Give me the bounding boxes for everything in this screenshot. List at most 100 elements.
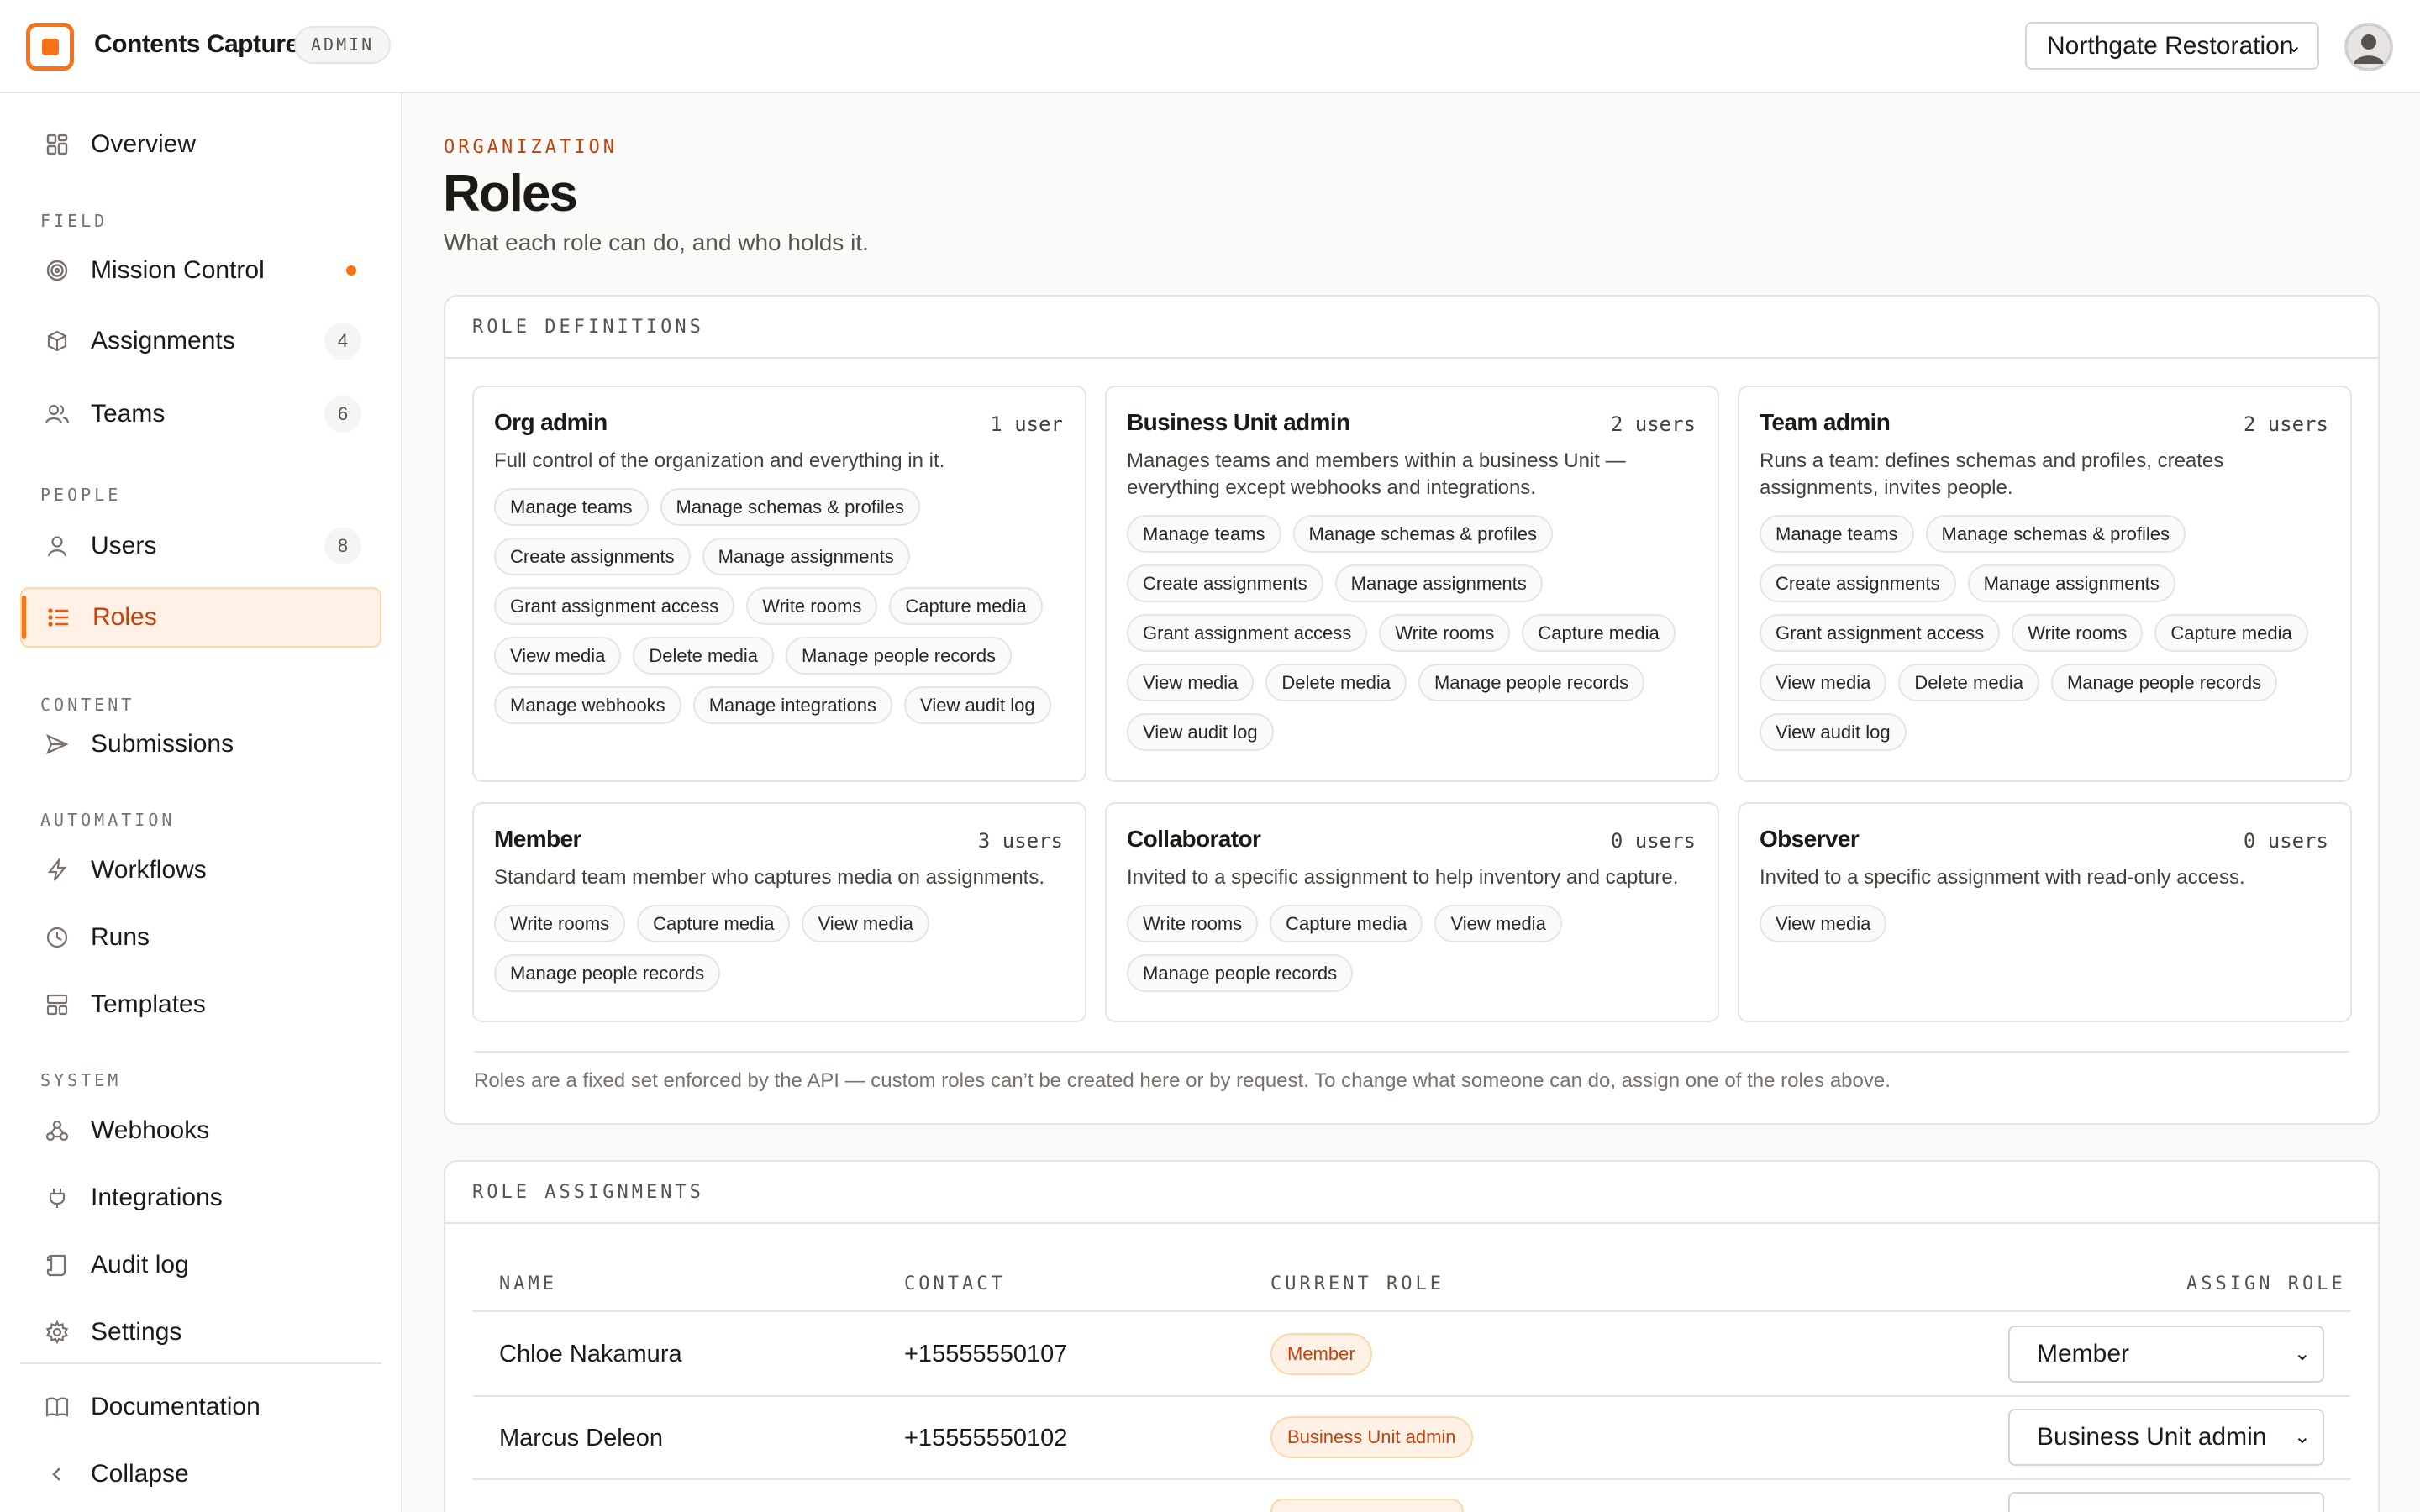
user-icon bbox=[44, 533, 71, 559]
sidebar-item-audit-log[interactable]: Audit log bbox=[20, 1235, 381, 1295]
permission-chip: View media bbox=[1760, 664, 1887, 701]
sidebar-item-label: Audit log bbox=[91, 1251, 189, 1278]
permission-list: Write rooms Capture media View media Manage… bbox=[1127, 905, 1696, 992]
permission-chip: View media bbox=[1434, 905, 1562, 942]
permission-chip: View media bbox=[1760, 905, 1887, 942]
sidebar-item-label: Collapse bbox=[91, 1460, 189, 1488]
permission-chip: View audit log bbox=[1127, 713, 1274, 751]
user-name: Marcus Deleon bbox=[499, 1425, 664, 1452]
permission-chip: Manage people records bbox=[785, 637, 1013, 675]
role-user-count: 2 users bbox=[2243, 412, 2328, 436]
sidebar-item-runs[interactable]: Runs bbox=[20, 907, 381, 968]
permission-chip: Grant assignment access bbox=[494, 587, 735, 625]
permission-chip: Capture media bbox=[2154, 614, 2308, 652]
table-row-divider bbox=[473, 1395, 2350, 1397]
sidebar-divider bbox=[20, 1362, 381, 1364]
permission-chip: Manage assignments bbox=[1334, 564, 1543, 602]
sidebar-item-settings[interactable]: Settings bbox=[20, 1302, 381, 1362]
sidebar-section-content: CONTENT bbox=[40, 695, 135, 715]
user-avatar[interactable] bbox=[2344, 23, 2393, 71]
permission-chip: View media bbox=[494, 637, 622, 675]
sidebar-section-automation: AUTOMATION bbox=[40, 810, 176, 830]
assignments-count-badge: 4 bbox=[324, 323, 361, 360]
role-user-count: 1 user bbox=[990, 412, 1063, 436]
sidebar-item-workflows[interactable]: Workflows bbox=[20, 840, 381, 900]
permission-chip: Capture media bbox=[637, 905, 791, 942]
sidebar-item-label: Documentation bbox=[91, 1393, 260, 1420]
permission-chip: Capture media bbox=[1522, 614, 1676, 652]
sidebar-item-templates[interactable]: Templates bbox=[20, 974, 381, 1035]
chevron-down-icon: ⌄ bbox=[2285, 34, 2302, 57]
sidebar-item-mission-control[interactable]: Mission Control bbox=[20, 240, 381, 301]
chevron-left-icon bbox=[44, 1461, 71, 1488]
organization-select[interactable]: Northgate Restoration ⌄ bbox=[2025, 22, 2319, 70]
lightning-icon bbox=[44, 857, 71, 884]
avatar-person-icon bbox=[2347, 25, 2391, 69]
assign-role-select-partial[interactable] bbox=[2008, 1492, 2324, 1512]
scroll-icon bbox=[44, 1252, 71, 1278]
assign-role-select[interactable]: Member ⌄ bbox=[2008, 1326, 2324, 1383]
roles-note: Roles are a fixed set enforced by the AP… bbox=[474, 1069, 1891, 1092]
sidebar-section-people: PEOPLE bbox=[40, 485, 122, 505]
sidebar-item-overview[interactable]: Overview bbox=[20, 114, 381, 175]
assign-role-select-value: Business Unit admin bbox=[2037, 1423, 2267, 1451]
permission-chip: Write rooms bbox=[494, 905, 626, 942]
sidebar-item-roles[interactable]: Roles bbox=[20, 587, 381, 648]
user-contact: +15555550107 bbox=[904, 1341, 1068, 1368]
role-description: Standard team member who captures media … bbox=[494, 866, 1044, 889]
layout-icon bbox=[44, 991, 71, 1018]
permission-chip: Write rooms bbox=[746, 587, 878, 625]
permission-chip: Delete media bbox=[633, 637, 774, 675]
sidebar-item-webhooks[interactable]: Webhooks bbox=[20, 1100, 381, 1161]
table-header-divider bbox=[473, 1310, 2350, 1312]
permission-chip: Manage integrations bbox=[692, 686, 893, 724]
sidebar-section-system: SYSTEM bbox=[40, 1070, 122, 1090]
assign-role-select-value: Member bbox=[2037, 1340, 2130, 1368]
sidebar-item-submissions[interactable]: Submissions bbox=[20, 714, 381, 774]
sidebar-item-documentation[interactable]: Documentation bbox=[20, 1377, 381, 1437]
role-description: Runs a team: defines schemas and profile… bbox=[1760, 449, 2224, 499]
role-assignments-heading: ROLE ASSIGNMENTS bbox=[445, 1162, 2378, 1224]
sidebar-item-teams[interactable]: Teams 6 bbox=[20, 384, 381, 444]
send-icon bbox=[44, 731, 71, 758]
sidebar-item-integrations[interactable]: Integrations bbox=[20, 1168, 381, 1228]
role-card-member: Member 3 users Standard team member who … bbox=[472, 802, 1086, 1022]
current-role-badge-partial bbox=[1270, 1499, 1464, 1512]
notification-dot bbox=[346, 265, 356, 276]
permission-chip: Write rooms bbox=[1379, 614, 1511, 652]
permission-list: View media bbox=[1760, 905, 2328, 942]
permission-chip: Manage people records bbox=[1127, 954, 1354, 992]
permission-chip: Manage schemas & profiles bbox=[1925, 515, 2186, 553]
permission-chip: Create assignments bbox=[1127, 564, 1323, 602]
column-header-assign-role: ASSIGN ROLE bbox=[2186, 1273, 2346, 1294]
sidebar-item-users[interactable]: Users 8 bbox=[20, 516, 381, 576]
sidebar-item-label: Roles bbox=[92, 603, 157, 631]
permission-list: Manage teams Manage schemas & profiles Cre… bbox=[1760, 515, 2328, 751]
permission-chip: Write rooms bbox=[1127, 905, 1259, 942]
role-user-count: 2 users bbox=[1610, 412, 1696, 436]
users-count-badge: 8 bbox=[324, 528, 361, 564]
top-bar: Contents Capture ADMIN Northgate Restora… bbox=[0, 0, 2420, 93]
permission-chip: Manage schemas & profiles bbox=[1292, 515, 1553, 553]
app-logo-icon[interactable] bbox=[26, 23, 74, 71]
role-card-team-admin: Team admin 2 users Runs a team: defines … bbox=[1738, 386, 2352, 782]
user-name: Chloe Nakamura bbox=[499, 1341, 682, 1368]
permission-chip: Manage people records bbox=[2050, 664, 2278, 701]
permission-chip: Capture media bbox=[1270, 905, 1423, 942]
sidebar-item-assignments[interactable]: Assignments 4 bbox=[20, 311, 381, 371]
page-eyebrow: ORGANIZATION bbox=[444, 137, 618, 158]
list-icon bbox=[45, 604, 72, 631]
sidebar-collapse-button[interactable]: Collapse bbox=[20, 1444, 381, 1504]
permission-chip: Capture media bbox=[889, 587, 1043, 625]
role-description: Full control of the organization and eve… bbox=[494, 449, 945, 472]
user-contact: +15555550102 bbox=[904, 1425, 1068, 1452]
target-icon bbox=[44, 257, 71, 284]
clock-icon bbox=[44, 924, 71, 951]
sidebar-item-label: Teams bbox=[91, 400, 166, 428]
page-subtitle: What each role can do, and who holds it. bbox=[444, 229, 869, 255]
role-name: Org admin bbox=[494, 409, 608, 435]
assign-role-select[interactable]: Business Unit admin ⌄ bbox=[2008, 1409, 2324, 1466]
permission-list: Manage teams Manage schemas & profiles Cre… bbox=[1127, 515, 1696, 751]
permission-chip: Delete media bbox=[1898, 664, 2039, 701]
permission-chip: Grant assignment access bbox=[1760, 614, 2001, 652]
